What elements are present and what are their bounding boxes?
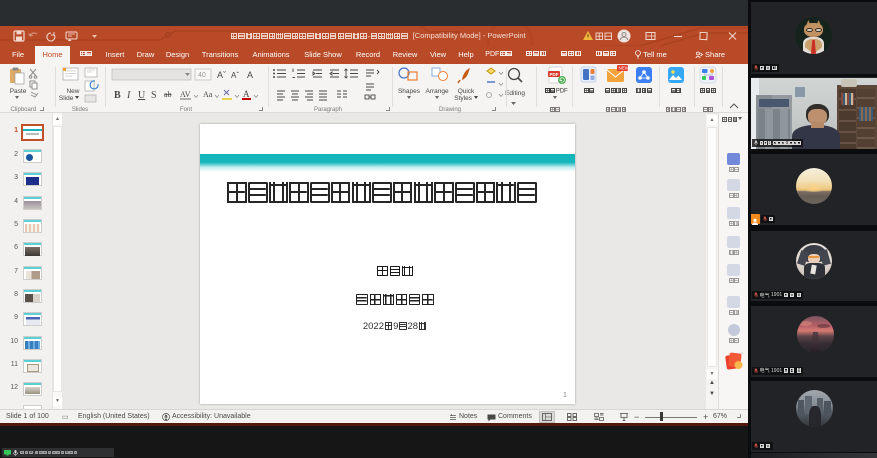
svg-text:Aa: Aa: [203, 90, 213, 99]
svg-text:Aˇ: Aˇ: [231, 71, 239, 80]
svg-text:PDF: PDF: [550, 72, 559, 77]
svg-text:40: 40: [198, 72, 206, 79]
svg-text:ab: ab: [164, 90, 172, 99]
svg-text:B: B: [114, 90, 121, 101]
svg-text:A: A: [243, 89, 250, 99]
svg-text:×: ×: [741, 351, 743, 356]
svg-text:U: U: [138, 90, 146, 101]
svg-text:AV: AV: [180, 90, 191, 99]
svg-text:I: I: [126, 90, 131, 101]
svg-text:A: A: [247, 70, 253, 80]
svg-text:S: S: [151, 90, 157, 101]
svg-text:NEW: NEW: [619, 66, 630, 71]
svg-text:Aˇ: Aˇ: [217, 70, 226, 80]
